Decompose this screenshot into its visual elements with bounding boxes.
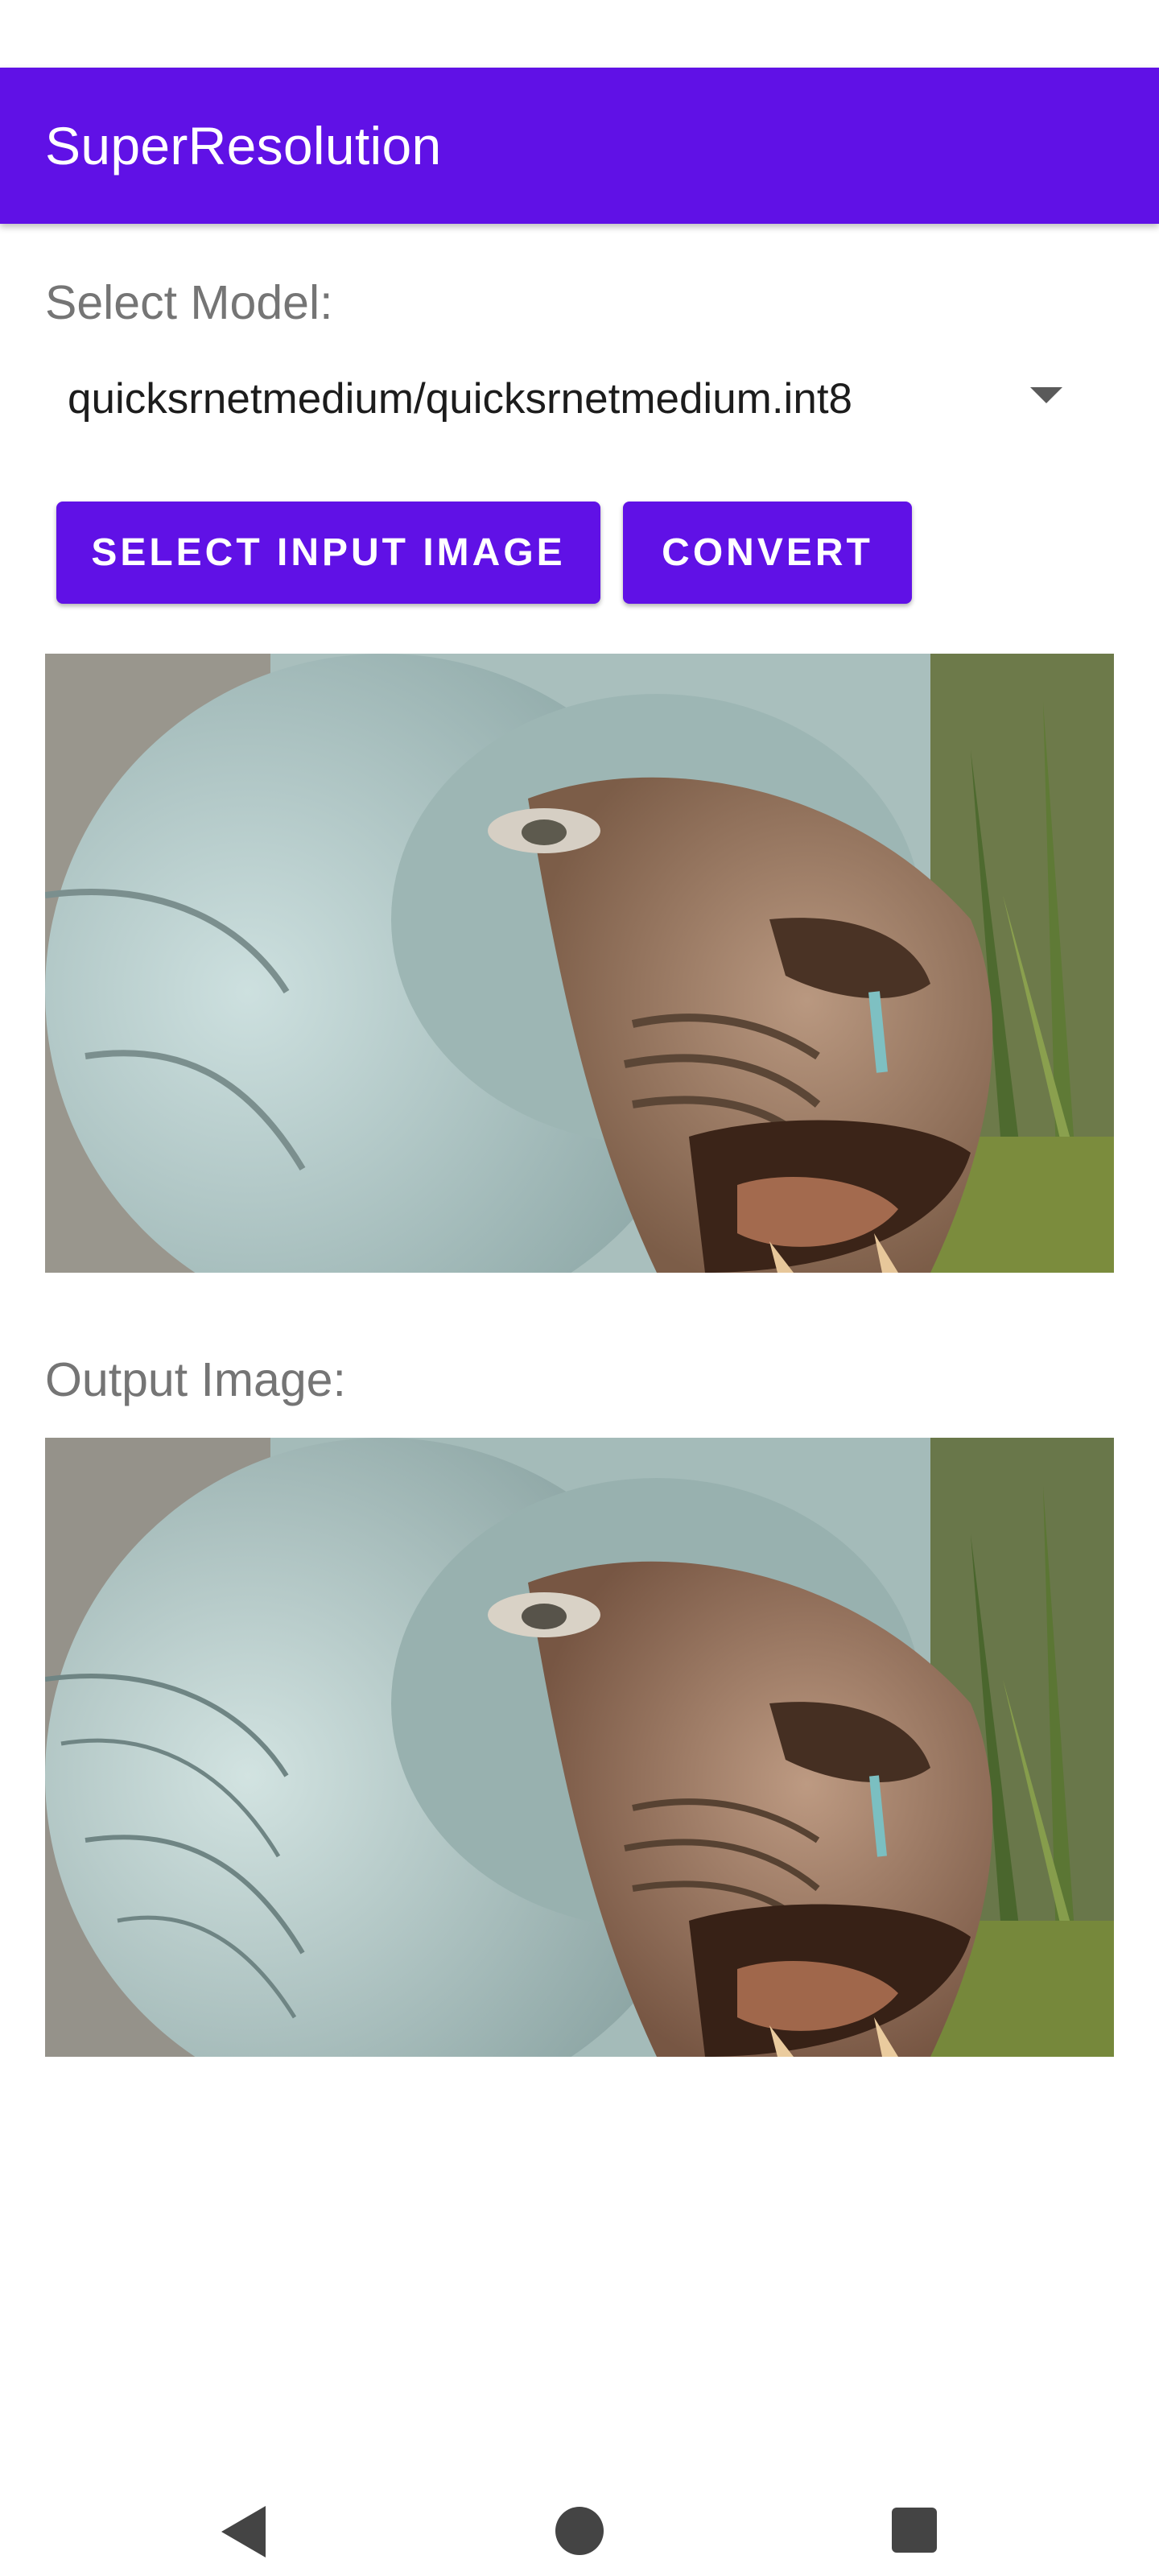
recents-square-icon[interactable]	[892, 2508, 937, 2553]
home-circle-icon[interactable]	[555, 2507, 604, 2555]
select-input-image-button[interactable]: SELECT INPUT IMAGE	[56, 502, 600, 604]
app-bar: SuperResolution	[0, 68, 1159, 224]
status-bar	[0, 0, 1159, 68]
input-image	[45, 654, 1114, 1273]
navigation-bar	[0, 2431, 1159, 2576]
convert-button[interactable]: CONVERT	[623, 502, 912, 604]
app-title: SuperResolution	[45, 116, 442, 175]
output-image	[45, 1438, 1114, 2057]
caret-down-icon	[1030, 387, 1062, 403]
back-triangle-icon[interactable]	[221, 2506, 266, 2557]
model-spinner[interactable]: quicksrnetmedium/quicksrnetmedium.int8	[45, 358, 1091, 439]
output-image-label: Output Image:	[45, 1353, 346, 1406]
select-model-label: Select Model:	[45, 276, 333, 329]
model-spinner-value: quicksrnetmedium/quicksrnetmedium.int8	[68, 374, 853, 423]
